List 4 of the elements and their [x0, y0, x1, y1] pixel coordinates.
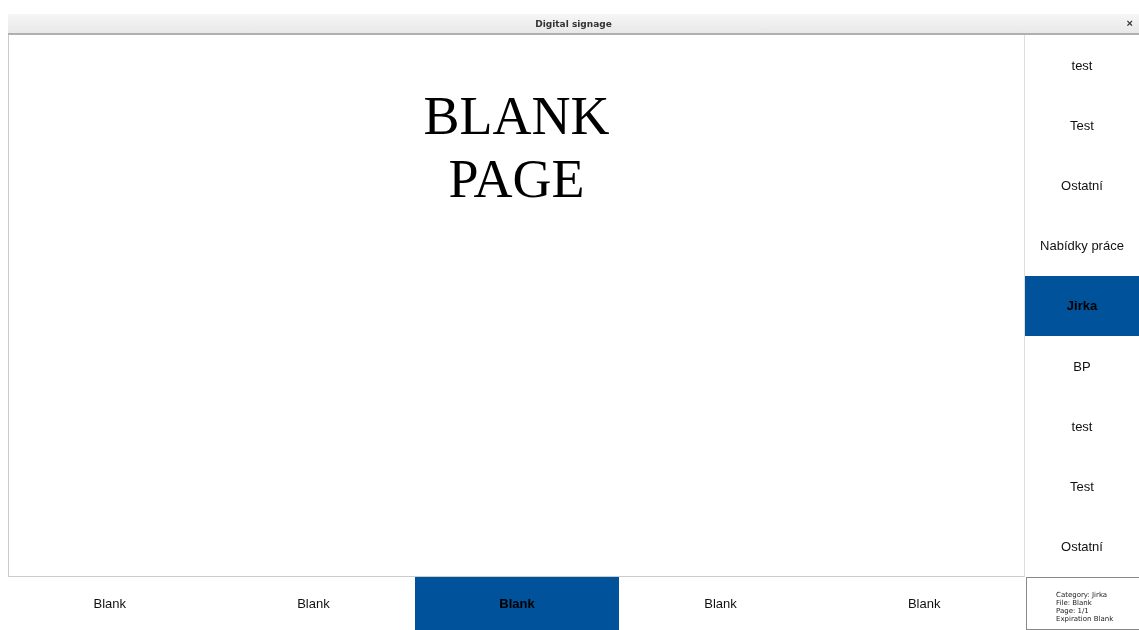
page-heading: BLANK [423, 85, 610, 148]
window-title: Digital signage [535, 18, 612, 29]
page-heading: PAGE [448, 148, 585, 211]
close-button[interactable]: × [1124, 17, 1135, 29]
